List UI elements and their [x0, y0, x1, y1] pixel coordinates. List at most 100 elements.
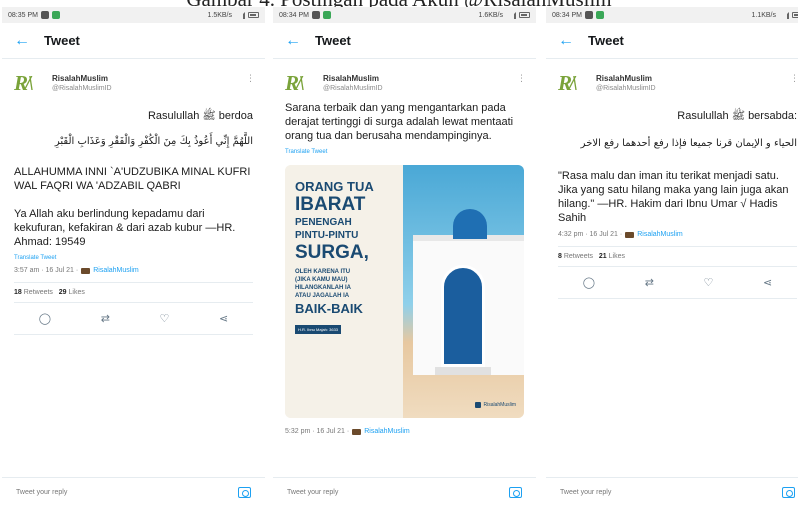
page-title: Tweet [315, 33, 351, 48]
source-icon [81, 267, 91, 274]
network-speed: 1.5KB/s [207, 11, 232, 19]
reply-input[interactable]: Tweet your reply [16, 489, 67, 496]
poster-dome [453, 209, 487, 239]
retweet-count[interactable]: 18 [14, 289, 22, 296]
tweet-timestamp: 4:32 pm · 16 Jul 21 · [558, 231, 623, 238]
tweet-meta: 3:57 am · 16 Jul 21 · RisalahMuslim [14, 267, 253, 274]
translate-link[interactable]: Translate Tweet [14, 255, 253, 261]
status-time: 08:35 PM [8, 11, 38, 19]
reply-bar: Tweet your reply [546, 477, 798, 507]
back-arrow-icon[interactable]: ← [285, 32, 315, 50]
tweet-translation: "Rasa malu dan iman itu terikat menjadi … [558, 170, 789, 224]
tweet-stats: 18 Retweets 29 Likes [14, 283, 253, 303]
signal-icon [779, 11, 789, 19]
retweet-icon[interactable]: ⇄ [101, 312, 110, 325]
author-name[interactable]: RisalahMuslim [52, 74, 112, 83]
tweet-line: :bersabda ﷺ Rasulullah [677, 110, 797, 122]
tweet-transliteration: ALLAHUMMA INNI `A'UDZUBIKA MINAL KUFRI W… [14, 166, 251, 192]
camera-icon[interactable] [509, 487, 522, 498]
reply-icon[interactable]: ◯ [39, 312, 51, 325]
like-count[interactable]: 21 [599, 253, 607, 260]
reply-icon[interactable]: ◯ [583, 276, 595, 289]
tweet-author[interactable]: R/\ RisalahMuslim @RisalahMuslimID ⋮ [546, 59, 798, 101]
poster-line: IBARAT [295, 194, 366, 215]
poster-line: BAIK-BAIK [295, 301, 363, 316]
phone-screen-1: 08:35 PM 1.5KB/s ← Tweet R/\ RisalahMusl… [2, 7, 265, 507]
source-link[interactable]: RisalahMuslim [364, 428, 410, 435]
tweet-text: Sarana terbaik dan yang mengantarkan pad… [285, 102, 514, 142]
network-speed: 1.6KB/s [478, 11, 503, 19]
poster-line: OLEH KARENA ITU [295, 269, 351, 275]
tweet-body: Sarana terbaik dan yang mengantarkan pad… [273, 101, 536, 155]
header: ← Tweet [2, 23, 265, 59]
camera-icon[interactable] [782, 487, 795, 498]
tweet-body: :bersabda ﷺ Rasulullah الحياء و الإيمان … [546, 109, 798, 299]
tweet-footer: 5:32 pm · 16 Jul 21 · RisalahMuslim [273, 428, 536, 435]
poster-step [435, 367, 491, 375]
author-name[interactable]: RisalahMuslim [323, 74, 383, 83]
header: ← Tweet [546, 23, 798, 59]
like-label: Likes [608, 253, 625, 260]
app-icon [322, 11, 331, 19]
status-time: 08:34 PM [552, 11, 582, 19]
like-count[interactable]: 29 [59, 289, 67, 296]
tweet-arabic: الحياء و الإيمان قرنا جميعا فإذا رفع أحد… [580, 138, 797, 149]
app-icon [51, 11, 60, 19]
share-icon[interactable]: ⋖ [763, 276, 772, 289]
tweet-author[interactable]: R/\ RisalahMuslim @RisalahMuslimID ⋮ [2, 59, 265, 101]
poster-reference: H.R. Ibnu Majah: 3633 [295, 325, 342, 334]
source-icon [625, 231, 635, 238]
avatar[interactable]: R/\ [558, 71, 586, 95]
status-bar: 08:34 PM 1.1KB/s [546, 7, 798, 23]
tweet-author[interactable]: R/\ RisalahMuslim @RisalahMuslimID ⋮ [273, 59, 536, 101]
poster-text-panel: ORANG TUA IBARAT PENENGAH PINTU-PINTU SU… [285, 165, 403, 418]
more-icon[interactable]: ⋮ [517, 73, 526, 84]
poster-door [441, 265, 485, 367]
avatar[interactable]: R/\ [14, 71, 42, 95]
retweet-count[interactable]: 8 [558, 253, 562, 260]
tweet-body: berdoa ﷺ Rasulullah اللَّهُمَّ إِنِّي أَ… [2, 109, 265, 335]
retweet-label: Retweets [23, 289, 53, 296]
back-arrow-icon[interactable]: ← [14, 32, 44, 50]
camera-icon[interactable] [238, 487, 251, 498]
author-name[interactable]: RisalahMuslim [596, 74, 656, 83]
tweet-meta: 5:32 pm · 16 Jul 21 · RisalahMuslim [285, 428, 524, 435]
source-link[interactable]: RisalahMuslim [93, 267, 139, 274]
poster-line: SURGA, [295, 242, 369, 263]
author-handle: @RisalahMuslimID [323, 85, 383, 92]
notification-icon [584, 11, 593, 19]
tweet-line: berdoa ﷺ Rasulullah [147, 110, 253, 122]
poster-line: PINTU-PINTU [295, 230, 359, 241]
reply-input[interactable]: Tweet your reply [287, 489, 338, 496]
like-label: Likes [68, 289, 85, 296]
reply-bar: Tweet your reply [2, 477, 265, 507]
reply-input[interactable]: Tweet your reply [560, 489, 611, 496]
network-speed: 1.1KB/s [751, 11, 776, 19]
watermark-text: RisalahMuslim [483, 402, 516, 408]
translate-link[interactable]: Translate Tweet [285, 149, 524, 155]
action-bar: ◯ ⇄ ♡ ⋖ [558, 267, 797, 299]
like-icon[interactable]: ♡ [704, 276, 714, 289]
more-icon[interactable]: ⋮ [790, 73, 798, 84]
retweet-label: Retweets [563, 253, 594, 260]
notification-icon [311, 11, 320, 19]
poster-watermark: RisalahMuslim [475, 402, 516, 408]
battery-icon [519, 12, 530, 18]
notification-icon [40, 11, 49, 19]
more-icon[interactable]: ⋮ [246, 73, 255, 84]
tweet-image[interactable]: ORANG TUA IBARAT PENENGAH PINTU-PINTU SU… [285, 165, 524, 418]
avatar[interactable]: R/\ [285, 71, 313, 95]
phone-screen-3: 08:34 PM 1.1KB/s ← Tweet R/\ RisalahMusl… [546, 7, 798, 507]
retweet-icon[interactable]: ⇄ [645, 276, 654, 289]
source-link[interactable]: RisalahMuslim [637, 231, 683, 238]
poster-line: (JIKA KAMU MAU) [295, 277, 348, 283]
share-icon[interactable]: ⋖ [219, 312, 228, 325]
like-icon[interactable]: ♡ [160, 312, 170, 325]
status-bar: 08:35 PM 1.5KB/s [2, 7, 265, 23]
back-arrow-icon[interactable]: ← [558, 32, 588, 50]
tweet-timestamp: 3:57 am · 16 Jul 21 · [14, 267, 79, 274]
battery-icon [248, 12, 259, 18]
header: ← Tweet [273, 23, 536, 59]
page-title: Tweet [588, 33, 624, 48]
tweet-timestamp: 5:32 pm · 16 Jul 21 · [285, 428, 350, 435]
